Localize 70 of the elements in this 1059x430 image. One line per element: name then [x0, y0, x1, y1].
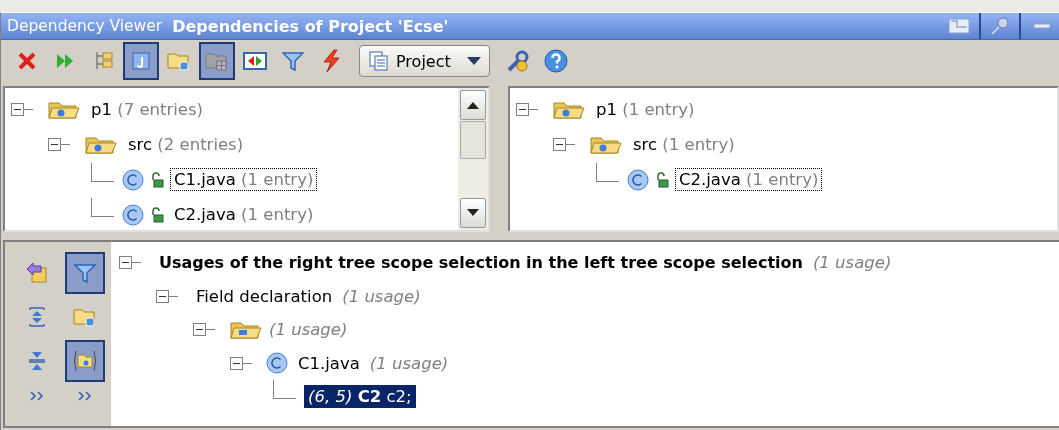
tree-item-label[interactable]: C2.java (1 entry): [675, 168, 823, 191]
collapse-toggle[interactable]: [230, 356, 243, 370]
usage-count: (1 usage): [342, 286, 421, 306]
folder-icon: [167, 50, 191, 72]
usage-label[interactable]: Field declaration: [192, 284, 337, 308]
tree-item-label[interactable]: p1 (1 entry): [592, 98, 699, 121]
tree-item-label[interactable]: C1.java (1 entry): [170, 168, 318, 191]
usage-count: (1 usage): [812, 253, 892, 273]
usage-count: (1 usage): [369, 353, 449, 373]
package-folder-icon: [84, 134, 118, 155]
class-icon: [627, 168, 649, 191]
lock-icon: [150, 171, 164, 188]
collapse-toggle[interactable]: [11, 103, 24, 116]
usage-label[interactable]: C1.java: [294, 351, 364, 375]
filter-icon: [282, 50, 304, 72]
usage-count: (1 usage): [269, 320, 348, 340]
scope-dropdown[interactable]: Project: [359, 45, 490, 77]
lock-icon: [655, 171, 669, 188]
scrollbar-thumb[interactable]: [460, 121, 486, 159]
package-folder-icon: [47, 99, 81, 120]
collapse-toggle[interactable]: [193, 323, 206, 337]
up-arrow-icon[interactable]: [467, 101, 479, 109]
back-arrow-icon: [25, 261, 49, 285]
view-subtitle: Dependencies of Project 'Ecse': [172, 16, 449, 36]
tree-line: [596, 163, 619, 182]
compare-icon: [243, 50, 267, 72]
collapse-toggle[interactable]: [553, 138, 566, 151]
tree-line: [91, 163, 114, 182]
scrollbar[interactable]: [458, 88, 488, 230]
folder-grid-icon: [205, 50, 229, 72]
minimize-icon[interactable]: [1030, 22, 1050, 30]
collapse-toggle[interactable]: [516, 103, 529, 116]
scope-folder-tool-button[interactable]: [65, 340, 105, 382]
maximize-icon[interactable]: [948, 18, 970, 34]
collapse-toggle[interactable]: [119, 256, 132, 270]
class-icon: [122, 203, 144, 226]
documents-icon: [368, 50, 390, 72]
tree-item-label[interactable]: src (2 entries): [124, 133, 248, 156]
collapse-all-icon: [26, 349, 48, 373]
close-icon: [16, 50, 38, 72]
tree-item-label[interactable]: p1 (7 entries): [87, 98, 208, 121]
bracketed-folder-icon: [72, 348, 98, 374]
chevron-icon: [78, 391, 92, 401]
folder-icon: [73, 306, 97, 328]
java-file-icon: [130, 50, 152, 72]
tree-item-label[interactable]: C2.java (1 entry): [170, 203, 318, 226]
lock-icon: [150, 206, 164, 223]
filter-icon: [74, 262, 96, 284]
filter-tool-button[interactable]: [65, 252, 105, 294]
tree-line: [273, 380, 296, 400]
expand-all-icon: [26, 305, 48, 329]
java-tool-button[interactable]: [123, 42, 159, 80]
down-arrow-icon[interactable]: [467, 209, 479, 217]
class-icon: [266, 352, 288, 375]
caret-icon: [466, 57, 481, 65]
help-icon: [543, 49, 568, 73]
usage-label[interactable]: (6, 5) C2 c2;: [304, 385, 416, 409]
folder-icon: [229, 319, 263, 340]
usage-label[interactable]: Usages of the right tree scope selection in the left tree scope selection: [155, 251, 807, 275]
collapse-toggle[interactable]: [48, 138, 61, 151]
tree-item-label[interactable]: src (1 entry): [629, 133, 739, 156]
lightning-icon: [320, 49, 342, 73]
tree-line: [91, 198, 114, 217]
class-icon: [122, 168, 144, 191]
chevron-icon: [30, 391, 44, 401]
package-folder-icon: [552, 99, 586, 120]
view-title: Dependency Viewer: [7, 17, 163, 35]
package-folder-icon: [589, 134, 623, 155]
collapse-toggle[interactable]: [156, 289, 169, 303]
grid-folder-tool-button[interactable]: [199, 42, 235, 80]
